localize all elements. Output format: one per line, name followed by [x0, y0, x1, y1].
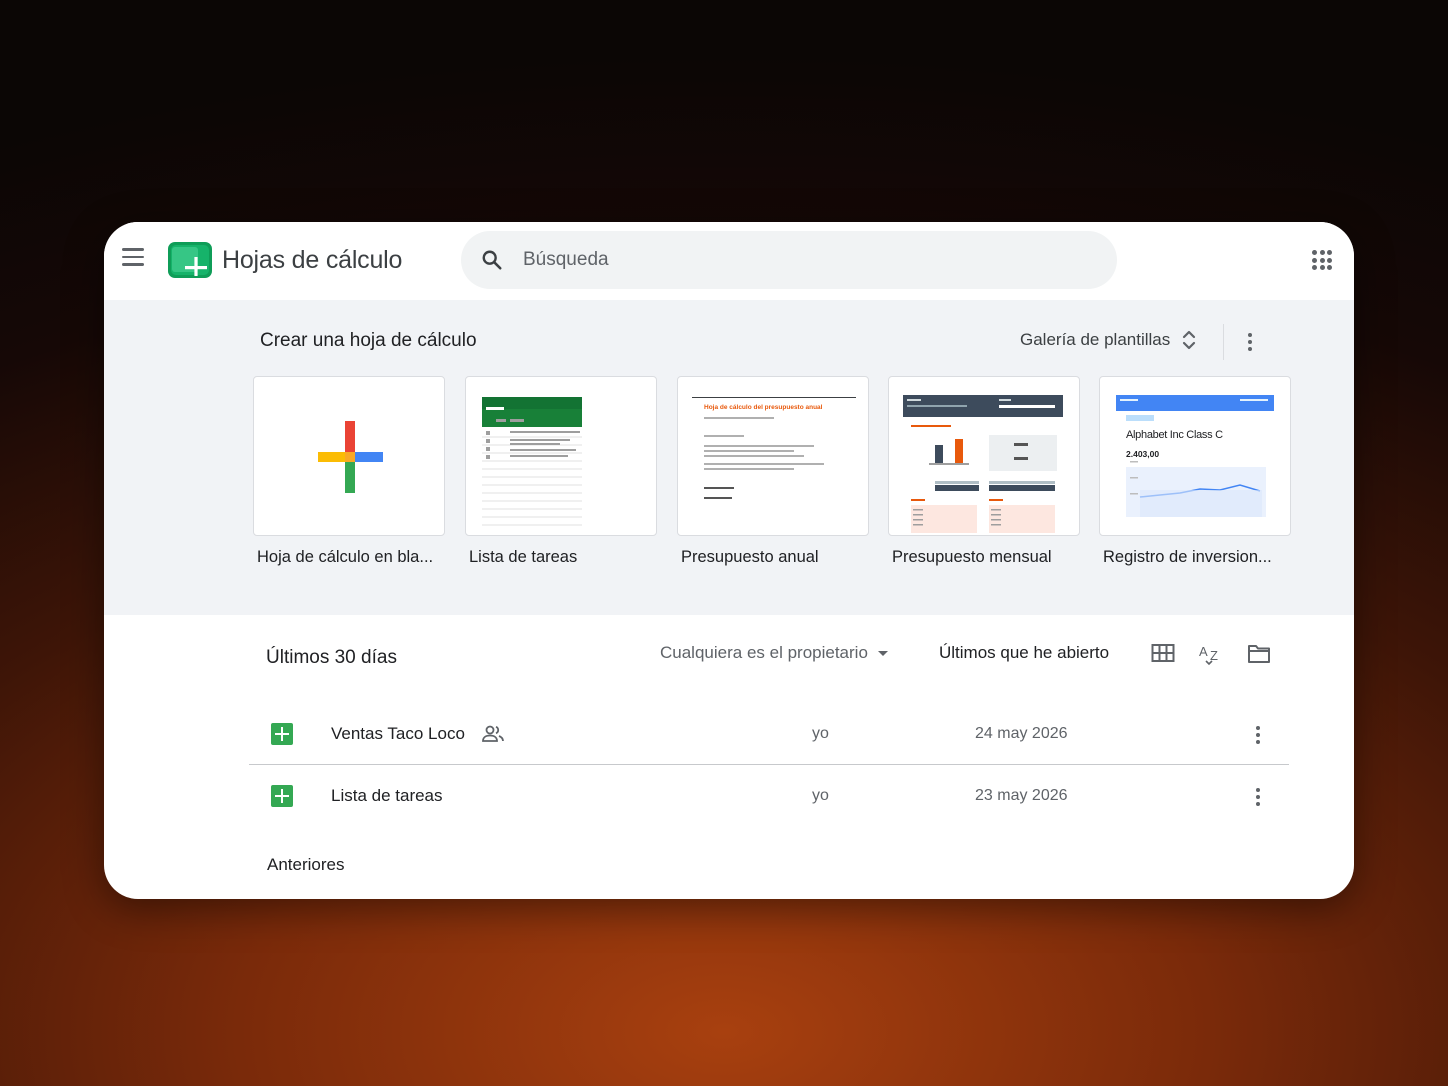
sheets-home-window: Hojas de cálculo Crear una hoja de cálcu…: [104, 222, 1354, 899]
owner-filter-dropdown[interactable]: Cualquiera es el propietario: [660, 643, 888, 663]
template-label: Presupuesto anual: [681, 548, 819, 566]
file-row[interactable]: Lista de tareas yo 23 may 2026: [249, 767, 1289, 827]
sort-by-last-opened[interactable]: Últimos que he abierto: [939, 643, 1109, 663]
annual-budget-preview: [704, 417, 824, 499]
template-investment-tracker[interactable]: Alphabet Inc Class C 2.403,00 Registro d…: [1099, 376, 1291, 567]
file-name: Ventas Taco Loco: [331, 724, 465, 743]
older-section-heading: Anteriores: [267, 855, 345, 874]
template-gallery-button[interactable]: Galería de plantillas: [1020, 328, 1196, 352]
todo-list-preview: [482, 397, 582, 526]
caret-down-icon: [877, 650, 888, 656]
search-input[interactable]: [523, 231, 1083, 289]
sheets-file-icon: [271, 723, 293, 745]
template-todo-thumbnail: [465, 376, 657, 536]
folder-icon[interactable]: [1246, 640, 1272, 666]
template-label: Lista de tareas: [469, 548, 578, 566]
template-more-options-icon[interactable]: [1238, 330, 1262, 354]
svg-text:A: A: [1199, 644, 1208, 659]
template-blank-thumbnail: [253, 376, 445, 536]
unfold-more-icon: [1183, 330, 1196, 350]
template-label: Presupuesto mensual: [892, 548, 1052, 566]
file-more-options-icon[interactable]: [1246, 785, 1270, 809]
toolbar-divider: [1223, 324, 1224, 360]
template-monthly-budget-thumbnail: [888, 376, 1080, 536]
file-owner: yo: [812, 787, 829, 804]
recent-section-heading: Últimos 30 días: [266, 647, 397, 668]
app-title[interactable]: Hojas de cálculo: [222, 246, 402, 275]
template-todo-list[interactable]: Lista de tareas: [465, 376, 657, 567]
sort-az-icon[interactable]: A Z: [1198, 640, 1224, 666]
template-investment-thumbnail: Alphabet Inc Class C 2.403,00: [1099, 376, 1291, 536]
template-label: Hoja de cálculo en bla...: [257, 548, 434, 566]
sheets-logo-icon[interactable]: [168, 242, 212, 278]
template-annual-budget-thumbnail: Hoja de cálculo del presupuesto anual: [677, 376, 869, 536]
main-menu-button[interactable]: [122, 248, 148, 270]
grid-view-icon[interactable]: [1150, 640, 1176, 666]
template-section: Crear una hoja de cálculo Galería de pla…: [104, 300, 1354, 615]
investment-preview-value: 2.403,00: [1126, 449, 1160, 459]
search-bar[interactable]: [461, 231, 1117, 289]
search-icon[interactable]: [481, 249, 503, 271]
template-annual-budget[interactable]: Hoja de cálculo del presupuesto anual Pr…: [677, 376, 869, 567]
file-owner: yo: [812, 725, 829, 742]
owner-filter-label: Cualquiera es el propietario: [660, 643, 868, 662]
investment-preview-title: Alphabet Inc Class C: [1126, 429, 1223, 441]
file-name: Lista de tareas: [331, 786, 443, 805]
file-date: 24 may 2026: [975, 725, 1068, 742]
template-gallery-label: Galería de plantillas: [1020, 330, 1171, 349]
file-row[interactable]: Ventas Taco Loco yo 24 may 2026: [249, 705, 1289, 765]
file-more-options-icon[interactable]: [1246, 723, 1270, 747]
top-bar: Hojas de cálculo: [104, 222, 1354, 300]
shared-people-icon: [482, 725, 504, 742]
monthly-budget-preview: [903, 395, 1063, 533]
sheets-file-icon: [271, 785, 293, 807]
colorful-plus-icon: [318, 421, 383, 493]
google-apps-icon[interactable]: [1312, 250, 1332, 270]
create-sheet-heading: Crear una hoja de cálculo: [260, 330, 477, 351]
template-monthly-budget[interactable]: Presupuesto mensual: [888, 376, 1080, 567]
template-label: Registro de inversion...: [1103, 548, 1272, 566]
file-date: 23 may 2026: [975, 787, 1068, 804]
template-blank[interactable]: Hoja de cálculo en bla...: [253, 376, 445, 567]
